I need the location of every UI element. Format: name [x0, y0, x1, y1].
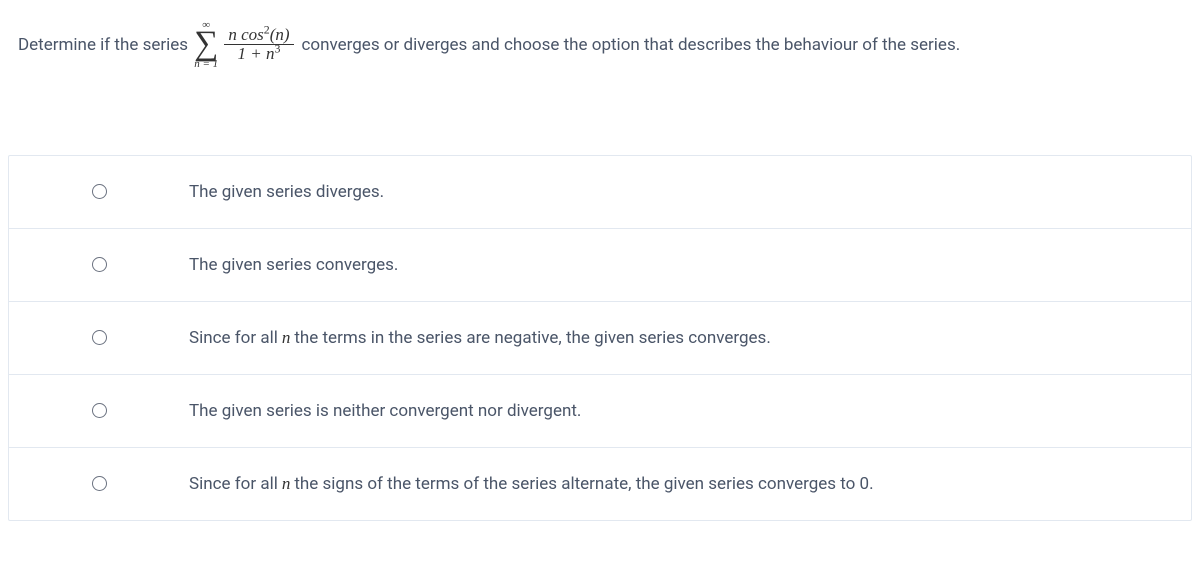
variable-n: n — [278, 474, 295, 494]
radio-cell[interactable] — [9, 184, 189, 199]
option-row[interactable]: The given series is neither convergent n… — [9, 374, 1191, 447]
option-text: Since for all nthe signs of the terms of… — [189, 474, 874, 494]
radio-icon[interactable] — [92, 184, 107, 199]
radio-icon[interactable] — [92, 476, 107, 491]
variable-n: n — [278, 328, 295, 348]
option-text-part: The given series diverges. — [189, 182, 384, 202]
sigma-block: ∞ ∑ n = 1 — [194, 20, 218, 70]
radio-icon[interactable] — [92, 330, 107, 345]
question-tail: converges or diverges and choose the opt… — [302, 35, 961, 55]
sum-lower-limit: n = 1 — [194, 59, 218, 70]
option-text-part: Since for all — [189, 474, 278, 494]
radio-cell[interactable] — [9, 330, 189, 345]
fraction-numerator: n cos2(n) — [224, 26, 293, 46]
radio-cell[interactable] — [9, 403, 189, 418]
summation-expression: ∞ ∑ n = 1 n cos2(n) 1 + n3 — [194, 20, 293, 70]
option-row[interactable]: The given series diverges. — [9, 156, 1191, 228]
option-text-part: Since for all — [189, 328, 278, 348]
radio-icon[interactable] — [92, 257, 107, 272]
radio-icon[interactable] — [92, 403, 107, 418]
option-text-part: The given series is neither convergent n… — [189, 401, 581, 421]
option-text: The given series is neither convergent n… — [189, 401, 581, 421]
option-row[interactable]: Since for all nthe signs of the terms of… — [9, 447, 1191, 520]
option-text: The given series diverges. — [189, 182, 384, 202]
option-text-part: The given series converges. — [189, 255, 398, 275]
fraction: n cos2(n) 1 + n3 — [224, 26, 293, 64]
option-text-part: the signs of the terms of the series alt… — [294, 474, 873, 494]
question-stem: Determine if the series ∞ ∑ n = 1 n cos2… — [0, 0, 1200, 100]
option-row[interactable]: The given series converges. — [9, 228, 1191, 301]
radio-cell[interactable] — [9, 257, 189, 272]
question-lead: Determine if the series — [18, 35, 188, 55]
sigma-icon: ∑ — [194, 29, 218, 60]
option-text-part: the terms in the series are negative, th… — [294, 328, 770, 348]
option-row[interactable]: Since for all nthe terms in the series a… — [9, 301, 1191, 374]
radio-cell[interactable] — [9, 476, 189, 491]
option-text: Since for all nthe terms in the series a… — [189, 328, 771, 348]
option-text: The given series converges. — [189, 255, 398, 275]
options-list: The given series diverges. The given ser… — [8, 155, 1192, 521]
fraction-denominator: 1 + n3 — [233, 45, 284, 64]
